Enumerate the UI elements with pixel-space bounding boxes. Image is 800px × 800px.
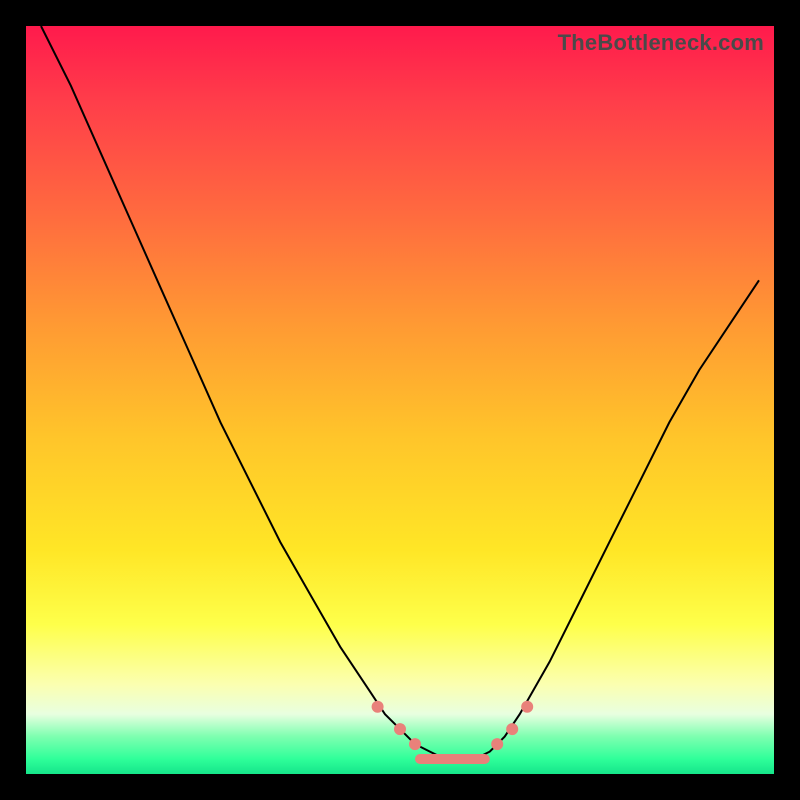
trough-dot xyxy=(394,723,406,735)
trough-bar xyxy=(415,754,490,764)
plot-area: TheBottleneck.com xyxy=(26,26,774,774)
trough-dot xyxy=(491,738,503,750)
outer-frame: TheBottleneck.com xyxy=(0,0,800,800)
chart-svg xyxy=(26,26,774,774)
trough-dot xyxy=(409,738,421,750)
trough-dot xyxy=(372,701,384,713)
trough-dot xyxy=(521,701,533,713)
bottleneck-curve xyxy=(41,26,759,759)
trough-markers xyxy=(372,701,534,764)
watermark-text: TheBottleneck.com xyxy=(558,30,764,56)
trough-dot xyxy=(506,723,518,735)
